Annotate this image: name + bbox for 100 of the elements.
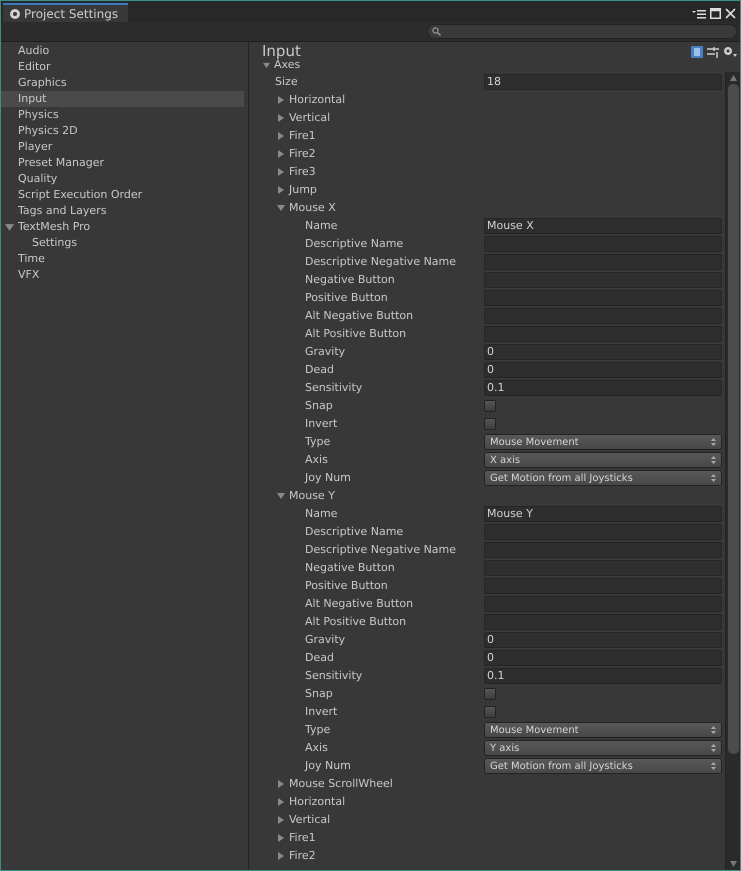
field-label: Sensitivity: [304, 380, 364, 396]
text-field[interactable]: Mouse X: [484, 218, 722, 234]
text-field[interactable]: 0.1: [484, 668, 722, 684]
sidebar-item[interactable]: TextMesh Pro: [1, 219, 244, 235]
text-field[interactable]: 18: [484, 74, 722, 90]
text-field[interactable]: 0: [484, 362, 722, 378]
checkbox[interactable]: [484, 418, 496, 430]
axis-label[interactable]: Fire1: [289, 128, 316, 144]
collapsed-triangle-icon[interactable]: [277, 150, 285, 158]
field-label: Joy Num: [304, 470, 352, 486]
axis-label[interactable]: Fire1: [289, 830, 316, 846]
field-label: Type: [304, 434, 332, 450]
axis-label[interactable]: Fire3: [289, 164, 316, 180]
maximize-icon[interactable]: [710, 8, 721, 19]
expanded-triangle-icon[interactable]: [277, 492, 285, 500]
field-label: Name: [304, 218, 338, 234]
sidebar-item[interactable]: Settings: [1, 235, 244, 251]
collapsed-triangle-icon[interactable]: [277, 168, 285, 176]
sidebar-item[interactable]: Preset Manager: [1, 155, 244, 171]
sidebar-item[interactable]: Graphics: [1, 75, 244, 91]
sliders-icon[interactable]: [707, 46, 719, 58]
dropdown[interactable]: Get Motion from all Joysticks: [484, 758, 722, 774]
sidebar-item[interactable]: Physics 2D: [1, 123, 244, 139]
collapsed-triangle-icon[interactable]: [277, 96, 285, 104]
menu-icon[interactable]: [692, 8, 706, 18]
scrollbar[interactable]: [725, 72, 740, 870]
dropdown-arrows-icon: [711, 726, 716, 734]
axis-label[interactable]: Horizontal: [289, 92, 346, 108]
help-icon[interactable]: [691, 46, 703, 58]
dropdown[interactable]: Y axis: [484, 740, 722, 756]
checkbox[interactable]: [484, 706, 496, 718]
gear-icon[interactable]: [723, 46, 737, 58]
window-tab[interactable]: Project Settings: [3, 3, 128, 22]
axis-label[interactable]: Horizontal: [289, 794, 346, 810]
collapsed-triangle-icon[interactable]: [277, 780, 285, 788]
field-label: Dead: [304, 362, 335, 378]
field-label: Sensitivity: [304, 668, 364, 684]
text-field[interactable]: 0: [484, 344, 722, 360]
text-field[interactable]: Mouse Y: [484, 506, 722, 522]
dropdown[interactable]: X axis: [484, 452, 722, 468]
search-field[interactable]: [427, 24, 737, 39]
scroll-thumb[interactable]: [728, 84, 738, 754]
field-label: Gravity: [304, 632, 346, 648]
sidebar-item[interactable]: Editor: [1, 59, 244, 75]
field-label: Alt Positive Button: [304, 614, 408, 630]
field-label: Type: [304, 722, 332, 738]
sidebar-item[interactable]: Physics: [1, 107, 244, 123]
axis-label[interactable]: Mouse X: [289, 200, 336, 216]
dropdown-arrows-icon: [711, 762, 716, 770]
checkbox[interactable]: [484, 688, 496, 700]
field-label: Alt Positive Button: [304, 326, 408, 342]
dropdown[interactable]: Get Motion from all Joysticks: [484, 470, 722, 486]
field-label: Negative Button: [304, 560, 396, 576]
collapsed-triangle-icon[interactable]: [277, 798, 285, 806]
sidebar-item[interactable]: Input: [1, 91, 244, 107]
collapsed-triangle-icon[interactable]: [277, 834, 285, 842]
axis-label[interactable]: Mouse Y: [289, 488, 335, 504]
collapsed-triangle-icon[interactable]: [277, 852, 285, 860]
text-field[interactable]: 0: [484, 650, 722, 666]
axis-label[interactable]: Fire2: [289, 146, 316, 162]
field-label: Negative Button: [304, 272, 396, 288]
text-field[interactable]: 0.1: [484, 380, 722, 396]
collapsed-triangle-icon[interactable]: [277, 816, 285, 824]
field-label: Snap: [304, 686, 334, 702]
field-label: Positive Button: [304, 290, 389, 306]
scroll-down-icon[interactable]: [730, 861, 736, 867]
axis-label[interactable]: Vertical: [289, 110, 330, 126]
field-label: Positive Button: [304, 578, 389, 594]
dropdown[interactable]: Mouse Movement: [484, 722, 722, 738]
field-label: Alt Negative Button: [304, 308, 414, 324]
sidebar-item[interactable]: Script Execution Order: [1, 187, 244, 203]
field-label: Gravity: [304, 344, 346, 360]
close-icon[interactable]: [725, 8, 736, 19]
collapsed-triangle-icon[interactable]: [277, 132, 285, 140]
dropdown-arrows-icon: [711, 438, 716, 446]
axis-label[interactable]: Mouse ScrollWheel: [289, 776, 393, 792]
dropdown[interactable]: Mouse Movement: [484, 434, 722, 450]
text-field[interactable]: 0: [484, 632, 722, 648]
sidebar-item[interactable]: Player: [1, 139, 244, 155]
field-label: Invert: [304, 704, 338, 720]
field-label: Name: [304, 506, 338, 522]
axis-label[interactable]: Vertical: [289, 812, 330, 828]
axis-label[interactable]: Fire2: [289, 848, 316, 864]
expanded-triangle-icon[interactable]: [277, 204, 285, 212]
dropdown-arrows-icon: [711, 744, 716, 752]
sidebar-item[interactable]: Time: [1, 251, 244, 267]
dropdown-arrows-icon: [711, 474, 716, 482]
scroll-up-icon[interactable]: [730, 75, 736, 81]
expanded-triangle-icon[interactable]: [263, 62, 270, 68]
sidebar-item[interactable]: Tags and Layers: [1, 203, 244, 219]
axis-label[interactable]: Jump: [289, 182, 317, 198]
checkbox[interactable]: [484, 400, 496, 412]
expand-triangle-icon[interactable]: [5, 222, 14, 232]
sidebar-item[interactable]: Quality: [1, 171, 244, 187]
sidebar-item[interactable]: VFX: [1, 267, 244, 283]
section-label: Axes: [274, 59, 300, 71]
gear-icon: [9, 8, 21, 20]
sidebar-item[interactable]: Audio: [1, 43, 244, 59]
collapsed-triangle-icon[interactable]: [277, 114, 285, 122]
collapsed-triangle-icon[interactable]: [277, 186, 285, 194]
